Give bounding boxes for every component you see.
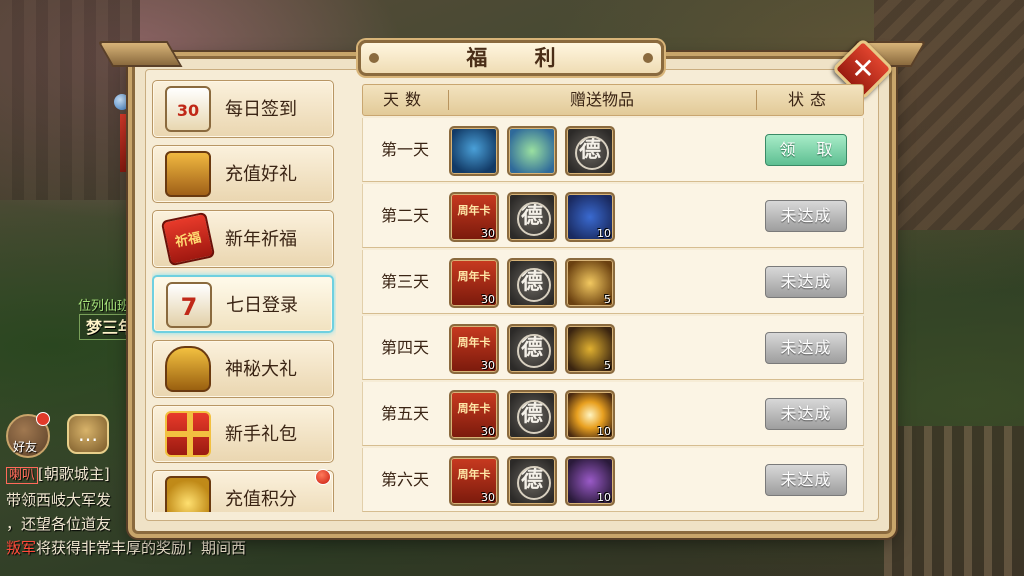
chat-highlight: 叛军 xyxy=(6,539,37,557)
gift-box-icon xyxy=(165,411,211,457)
close-icon: ✕ xyxy=(851,52,875,85)
menu-item-label: 充值积分 xyxy=(225,489,297,510)
jade-pet-icon[interactable] xyxy=(507,126,557,176)
virtue-coin-icon[interactable]: 德 xyxy=(507,258,557,308)
panel-title-text: 福 利 xyxy=(466,46,576,70)
row-day: 第四天 xyxy=(380,338,429,357)
table-row: 第一天 德 领 取 xyxy=(362,118,864,182)
item-quantity: 10 xyxy=(597,425,611,438)
status-not-reached: 未达成 xyxy=(765,332,847,364)
notification-dot xyxy=(315,469,331,485)
menu-item-label: 七日登录 xyxy=(226,295,298,316)
title-ornament xyxy=(369,53,379,63)
red-envelope-icon: 祈福 xyxy=(160,211,216,267)
scene-fence xyxy=(884,426,1024,576)
menu-item-label: 神秘大礼 xyxy=(225,359,297,380)
purple-stone-icon[interactable]: 10 xyxy=(565,456,615,506)
virtue-coin-icon[interactable]: 德 xyxy=(507,192,557,242)
virtue-coin-icon[interactable]: 德 xyxy=(507,390,557,440)
anniversary-card-icon[interactable]: 周年卡 30 xyxy=(449,456,499,506)
table-row: 第五天 周年卡 30 德 10 未达成 xyxy=(362,382,864,446)
column-header-day: 天数 xyxy=(382,90,427,109)
table-header: 天数 赠送物品 状态 xyxy=(362,84,864,116)
blue-scroll-icon[interactable]: 10 xyxy=(565,192,615,242)
charm-pendant-icon xyxy=(114,80,132,180)
item-quantity: 10 xyxy=(597,227,611,240)
item-glyph: 德 xyxy=(509,194,555,240)
item-quantity: 30 xyxy=(481,227,495,240)
item-quantity: 30 xyxy=(481,425,495,438)
panel-corner-ornament xyxy=(97,41,183,67)
column-header-gifts: 赠送物品 xyxy=(569,90,634,109)
calendar-7-icon: 7 xyxy=(166,282,212,328)
menu-item-label: 充值好礼 xyxy=(225,164,297,185)
chat-line: [朝歌城主] xyxy=(38,465,110,483)
table-row: 第四天 周年卡 30 德 5 未达成 xyxy=(362,316,864,380)
status-not-reached: 未达成 xyxy=(765,398,847,430)
panel-title: 福 利 xyxy=(358,40,664,76)
claim-button[interactable]: 领 取 xyxy=(765,134,847,166)
golden-vase-icon xyxy=(165,346,211,392)
treasure-map-icon[interactable]: 5 xyxy=(565,258,615,308)
table-row: 第六天 周年卡 30 德 10 未达成 xyxy=(362,448,864,512)
menu-item-recharge-gift[interactable]: 充值好礼 xyxy=(152,145,334,203)
player-title: 位列仙班 xyxy=(78,299,131,314)
anniversary-card-icon[interactable]: 周年卡 30 xyxy=(449,324,499,374)
item-quantity: 5 xyxy=(604,293,611,306)
virtue-coin-icon[interactable]: 德 xyxy=(507,324,557,374)
table-row: 第三天 周年卡 30 德 5 未达成 xyxy=(362,250,864,314)
anniversary-card-icon[interactable]: 周年卡 30 xyxy=(449,258,499,308)
item-quantity: 30 xyxy=(481,359,495,372)
friends-label: 好友 xyxy=(13,440,38,454)
anniversary-card-icon[interactable]: 周年卡 30 xyxy=(449,390,499,440)
scene-roof xyxy=(874,0,1024,230)
gold-pile-icon xyxy=(165,476,211,512)
chat-button[interactable]: … xyxy=(67,414,109,454)
item-glyph: 德 xyxy=(567,128,613,174)
gold-ring-icon[interactable]: 5 xyxy=(565,324,615,374)
title-ornament xyxy=(643,53,653,63)
welfare-menu: 30 每日签到 充值好礼 祈福 新年祈福 7 七日登录 神秘大礼 新手礼包 充值… xyxy=(152,80,336,512)
item-glyph: 德 xyxy=(509,260,555,306)
menu-item-recharge-points[interactable]: 充值积分 xyxy=(152,469,334,512)
column-header-state: 状态 xyxy=(787,90,832,109)
row-day: 第二天 xyxy=(380,206,429,225)
menu-item-label: 每日签到 xyxy=(225,99,297,120)
menu-item-newbie-pack[interactable]: 新手礼包 xyxy=(152,405,334,463)
item-quantity: 30 xyxy=(481,491,495,504)
chat-line: 将获得非常丰厚的奖励！期间西 xyxy=(36,539,247,557)
item-quantity: 5 xyxy=(604,359,611,372)
golden-spark-icon[interactable]: 10 xyxy=(565,390,615,440)
menu-item-mystery-gift[interactable]: 神秘大礼 xyxy=(152,340,334,398)
row-day: 第五天 xyxy=(380,404,429,423)
menu-item-seven-day-login[interactable]: 7 七日登录 xyxy=(152,275,334,333)
item-quantity: 30 xyxy=(481,293,495,306)
reward-table: 天数 赠送物品 状态 第一天 德 领 取 第二天 周年卡 30 德 10 未达成… xyxy=(362,84,864,512)
menu-item-new-year-blessing[interactable]: 祈福 新年祈福 xyxy=(152,210,334,268)
item-quantity: 10 xyxy=(597,491,611,504)
status-not-reached: 未达成 xyxy=(765,200,847,232)
virtue-coin-icon[interactable]: 德 xyxy=(565,126,615,176)
item-glyph: 德 xyxy=(509,458,555,504)
virtue-coin-icon[interactable]: 德 xyxy=(507,456,557,506)
chat-tag: 喇叭 xyxy=(6,467,39,484)
menu-item-label: 新年祈福 xyxy=(225,229,297,250)
status-not-reached: 未达成 xyxy=(765,464,847,496)
item-glyph: 德 xyxy=(509,392,555,438)
row-day: 第一天 xyxy=(380,140,429,159)
treasure-chest-icon xyxy=(165,151,211,197)
menu-item-daily-signin[interactable]: 30 每日签到 xyxy=(152,80,334,138)
calendar-30-icon: 30 xyxy=(165,86,211,132)
row-day: 第六天 xyxy=(380,470,429,489)
row-day: 第三天 xyxy=(380,272,429,291)
status-not-reached: 未达成 xyxy=(765,266,847,298)
blue-dragon-icon[interactable] xyxy=(449,126,499,176)
table-row: 第二天 周年卡 30 德 10 未达成 xyxy=(362,184,864,248)
friends-notification-dot xyxy=(36,412,50,426)
menu-item-label: 新手礼包 xyxy=(225,424,297,445)
anniversary-card-icon[interactable]: 周年卡 30 xyxy=(449,192,499,242)
chat-bubble-icon: … xyxy=(78,422,98,446)
item-glyph: 德 xyxy=(509,326,555,372)
